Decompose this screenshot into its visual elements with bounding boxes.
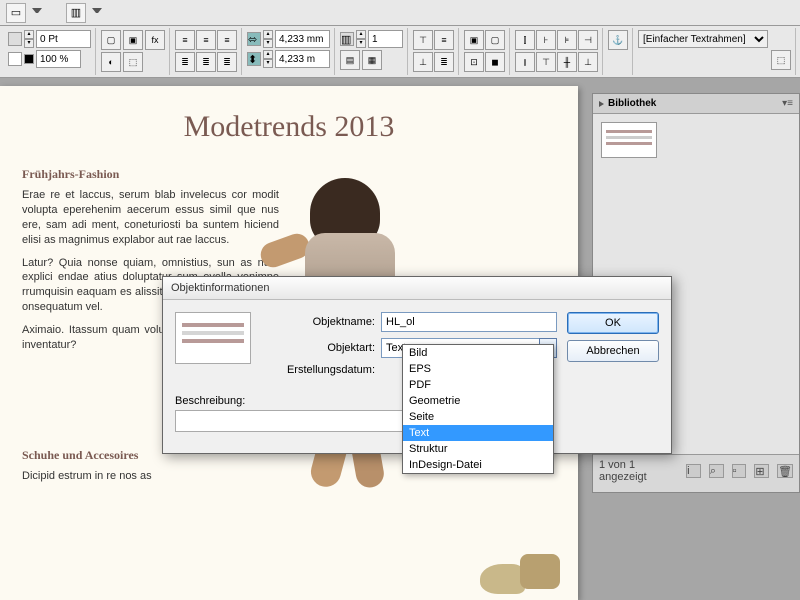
anchor-icon[interactable]: ⚓ — [608, 30, 628, 50]
dropdown-option[interactable]: EPS — [403, 361, 553, 377]
control-bar: ▴▾ ▢▣fx ◐⬚ ≡≡≡ ≣≣≣ ⬄▴▾ ⬍▴▾ ▥▴▾ ▤▦ ⊤≡ ⊥≣ … — [0, 26, 800, 78]
justify-icon[interactable]: ≣ — [175, 52, 195, 72]
fx-icon[interactable]: fx — [145, 30, 165, 50]
corner-icon[interactable]: ⬚ — [123, 52, 143, 72]
frame-type-select[interactable]: [Einfacher Textrahmen] — [638, 30, 768, 48]
swatch-icon — [24, 54, 34, 64]
dropdown-arrow-icon[interactable] — [92, 8, 102, 18]
valign-mid-icon[interactable]: ≡ — [434, 30, 454, 50]
panel-title: Bibliothek — [608, 98, 656, 109]
object-preview-thumb — [175, 312, 251, 364]
effects-icon[interactable]: ▢ — [101, 30, 121, 50]
quick-apply-icon[interactable]: ⬚ — [771, 50, 791, 70]
dist-v-icon[interactable]: ⫾ — [515, 52, 535, 72]
cols-icon: ▥ — [340, 32, 354, 46]
cols-input[interactable] — [368, 30, 403, 48]
object-type-label: Objektart: — [261, 342, 381, 354]
valign-top-icon[interactable]: ⊤ — [413, 30, 433, 50]
library-item-thumb[interactable] — [601, 122, 657, 158]
zoom-field[interactable] — [8, 50, 91, 68]
dist-top-icon[interactable]: ⊤ — [536, 52, 556, 72]
dropdown-arrow-icon[interactable] — [32, 8, 42, 18]
page-title: Modetrends 2013 — [0, 86, 578, 160]
wrap-icon[interactable]: ▣ — [123, 30, 143, 50]
panel-menu-icon[interactable]: ▾≡ — [782, 98, 793, 109]
width-input[interactable] — [275, 30, 330, 48]
align-center-icon[interactable]: ≡ — [196, 30, 216, 50]
stroke-weight-input[interactable] — [36, 30, 91, 48]
object-type-dropdown[interactable]: BildEPSPDFGeometrieSeiteTextStrukturInDe… — [402, 344, 554, 474]
dropdown-option[interactable]: Struktur — [403, 441, 553, 457]
fit-frame-icon[interactable]: ▢ — [485, 30, 505, 50]
object-name-input[interactable] — [381, 312, 557, 332]
height-icon: ⬍ — [247, 52, 261, 66]
body-text: Erae re et laccus, serum blab invelecus … — [22, 188, 279, 247]
cancel-button[interactable]: Abbrechen — [567, 340, 659, 362]
new-item-icon[interactable]: ⊞ — [754, 464, 769, 478]
status-text: 1 von 1 angezeigt — [599, 459, 678, 483]
justify-last-icon[interactable]: ≣ — [196, 52, 216, 72]
align-right-icon[interactable]: ≡ — [217, 30, 237, 50]
justify-all-icon[interactable]: ≣ — [217, 52, 237, 72]
trash-icon[interactable]: 🗑 — [777, 464, 793, 478]
info-icon[interactable]: i — [686, 464, 701, 478]
baseline-icon[interactable]: ▤ — [340, 50, 360, 70]
dist-left-icon[interactable]: ⊦ — [536, 30, 556, 50]
panel-tab[interactable]: Bibliothek ▾≡ — [593, 94, 799, 114]
dropdown-option[interactable]: Text — [403, 425, 553, 441]
screen-mode-icon[interactable]: ▥ — [66, 3, 86, 23]
dropdown-option[interactable]: InDesign-Datei — [403, 457, 553, 473]
object-name-label: Objektname: — [261, 316, 381, 328]
dist-h-icon[interactable]: ⫿ — [515, 30, 535, 50]
dropdown-option[interactable]: Bild — [403, 345, 553, 361]
dropdown-option[interactable]: PDF — [403, 377, 553, 393]
stroke-icon — [8, 32, 22, 46]
search-icon[interactable]: ⌕ — [709, 464, 724, 478]
view-mode-icon[interactable]: ▭ — [6, 3, 26, 23]
new-icon[interactable]: ▫ — [732, 464, 747, 478]
body-text: Dicipid estrum in re nos as — [22, 469, 279, 484]
creation-date-label: Erstellungsdatum: — [261, 364, 381, 376]
dialog-title: Objektinformationen — [163, 277, 671, 300]
section-heading: Frühjahrs-Fashion — [22, 166, 279, 182]
fill-icon[interactable]: ◼ — [485, 52, 505, 72]
grid-icon[interactable]: ▦ — [362, 50, 382, 70]
accessories-image — [480, 534, 560, 594]
ok-button[interactable]: OK — [567, 312, 659, 334]
valign-bot-icon[interactable]: ⊥ — [413, 52, 433, 72]
fit-content-icon[interactable]: ▣ — [464, 30, 484, 50]
panel-footer: 1 von 1 angezeigt i ⌕ ▫ ⊞ 🗑 — [593, 454, 799, 487]
dropdown-option[interactable]: Seite — [403, 409, 553, 425]
width-icon: ⬄ — [247, 32, 261, 46]
dist-mid-icon[interactable]: ╫ — [557, 52, 577, 72]
disclosure-triangle-icon[interactable] — [599, 101, 604, 107]
stroke-weight-field[interactable]: ▴▾ — [8, 30, 91, 48]
menu-bar: ▭ ▥ — [0, 0, 800, 26]
opacity-icon[interactable]: ◐ — [101, 52, 121, 72]
zoom-input[interactable] — [36, 50, 81, 68]
dist-right-icon[interactable]: ⊣ — [578, 30, 598, 50]
dropdown-option[interactable]: Geometrie — [403, 393, 553, 409]
swatch-icon — [8, 52, 22, 66]
workspace: Modetrends 2013 Frühjahrs-Fashion Erae r… — [0, 78, 800, 600]
height-input[interactable] — [275, 50, 330, 68]
center-icon[interactable]: ⊡ — [464, 52, 484, 72]
align-left-icon[interactable]: ≡ — [175, 30, 195, 50]
valign-just-icon[interactable]: ≣ — [434, 52, 454, 72]
dist-bot-icon[interactable]: ⊥ — [578, 52, 598, 72]
dist-center-icon[interactable]: ⊧ — [557, 30, 577, 50]
